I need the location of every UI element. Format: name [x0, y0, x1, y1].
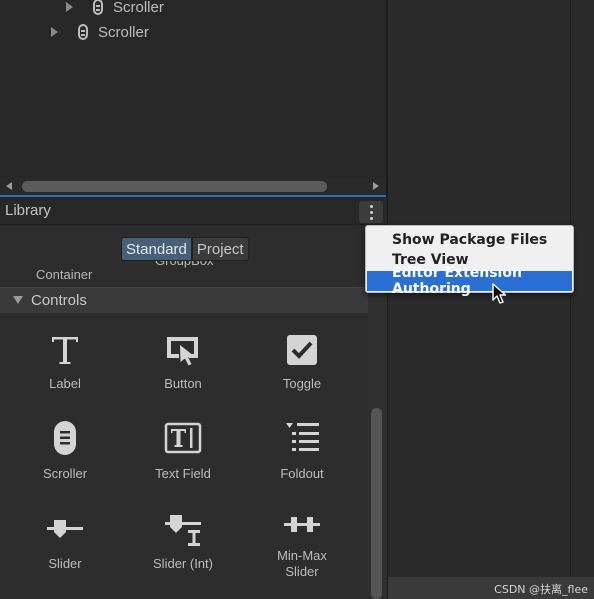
- library-options-button[interactable]: [359, 201, 383, 223]
- library-item-groupbox-label[interactable]: GroupBox: [155, 261, 214, 269]
- watermark-text: CSDN @扶离_flee: [494, 583, 588, 596]
- mouse-cursor-icon: [492, 283, 507, 304]
- kebab-dot-icon: [369, 204, 373, 208]
- library-title: Library: [5, 202, 51, 219]
- scroller-icon: [78, 24, 88, 40]
- menu-item-editor-extension-authoring[interactable]: Editor Extension Authoring: [367, 265, 572, 297]
- horizontal-scrollbar[interactable]: [0, 178, 387, 195]
- tree-row-label: Scroller: [98, 23, 149, 41]
- scroller-icon: [45, 418, 85, 458]
- button-cursor-icon: [163, 330, 203, 370]
- text-field-icon: [163, 418, 203, 458]
- viewport-panel: [388, 0, 594, 599]
- foldout-list-icon: [282, 418, 322, 458]
- library-header: Library: [0, 197, 387, 225]
- collapse-triangle-icon[interactable]: [13, 296, 23, 304]
- checkbox-checked-icon: [282, 330, 322, 370]
- library-options-menu: Show Package Files Tree View Editor Exte…: [365, 225, 574, 297]
- slider-int-icon: [163, 510, 203, 550]
- min-max-slider-icon: [282, 504, 322, 544]
- expand-arrow-icon[interactable]: [66, 2, 73, 12]
- horizontal-scroll-thumb[interactable]: [22, 181, 327, 192]
- kebab-dot-icon: [369, 216, 373, 220]
- vertical-scroll-thumb[interactable]: [371, 408, 382, 599]
- hierarchy-panel: Scroller Scroller: [0, 0, 387, 178]
- tab-standard[interactable]: Standard: [121, 237, 192, 261]
- tab-project[interactable]: Project: [191, 237, 249, 261]
- controls-section-title: Controls: [31, 292, 87, 309]
- tree-row-scroller-2[interactable]: Scroller: [51, 21, 149, 43]
- kebab-dot-icon: [369, 210, 373, 214]
- tree-row-label: Scroller: [113, 0, 164, 16]
- text-t-icon: [45, 330, 85, 370]
- library-tabs: Standard Project: [121, 237, 249, 261]
- menu-item-show-package-files[interactable]: Show Package Files: [367, 230, 572, 250]
- tree-row-scroller-1[interactable]: Scroller: [66, 0, 164, 18]
- slider-icon: [45, 510, 85, 550]
- scroll-right-arrow-icon[interactable]: [373, 182, 379, 190]
- library-item-container-label[interactable]: Container: [36, 267, 92, 282]
- scroller-icon: [93, 0, 103, 15]
- expand-arrow-icon[interactable]: [51, 27, 58, 37]
- controls-section-header[interactable]: Controls: [0, 287, 368, 313]
- library-body: Standard Project Container GroupBox Cont…: [0, 226, 387, 599]
- scroll-left-arrow-icon[interactable]: [6, 182, 12, 190]
